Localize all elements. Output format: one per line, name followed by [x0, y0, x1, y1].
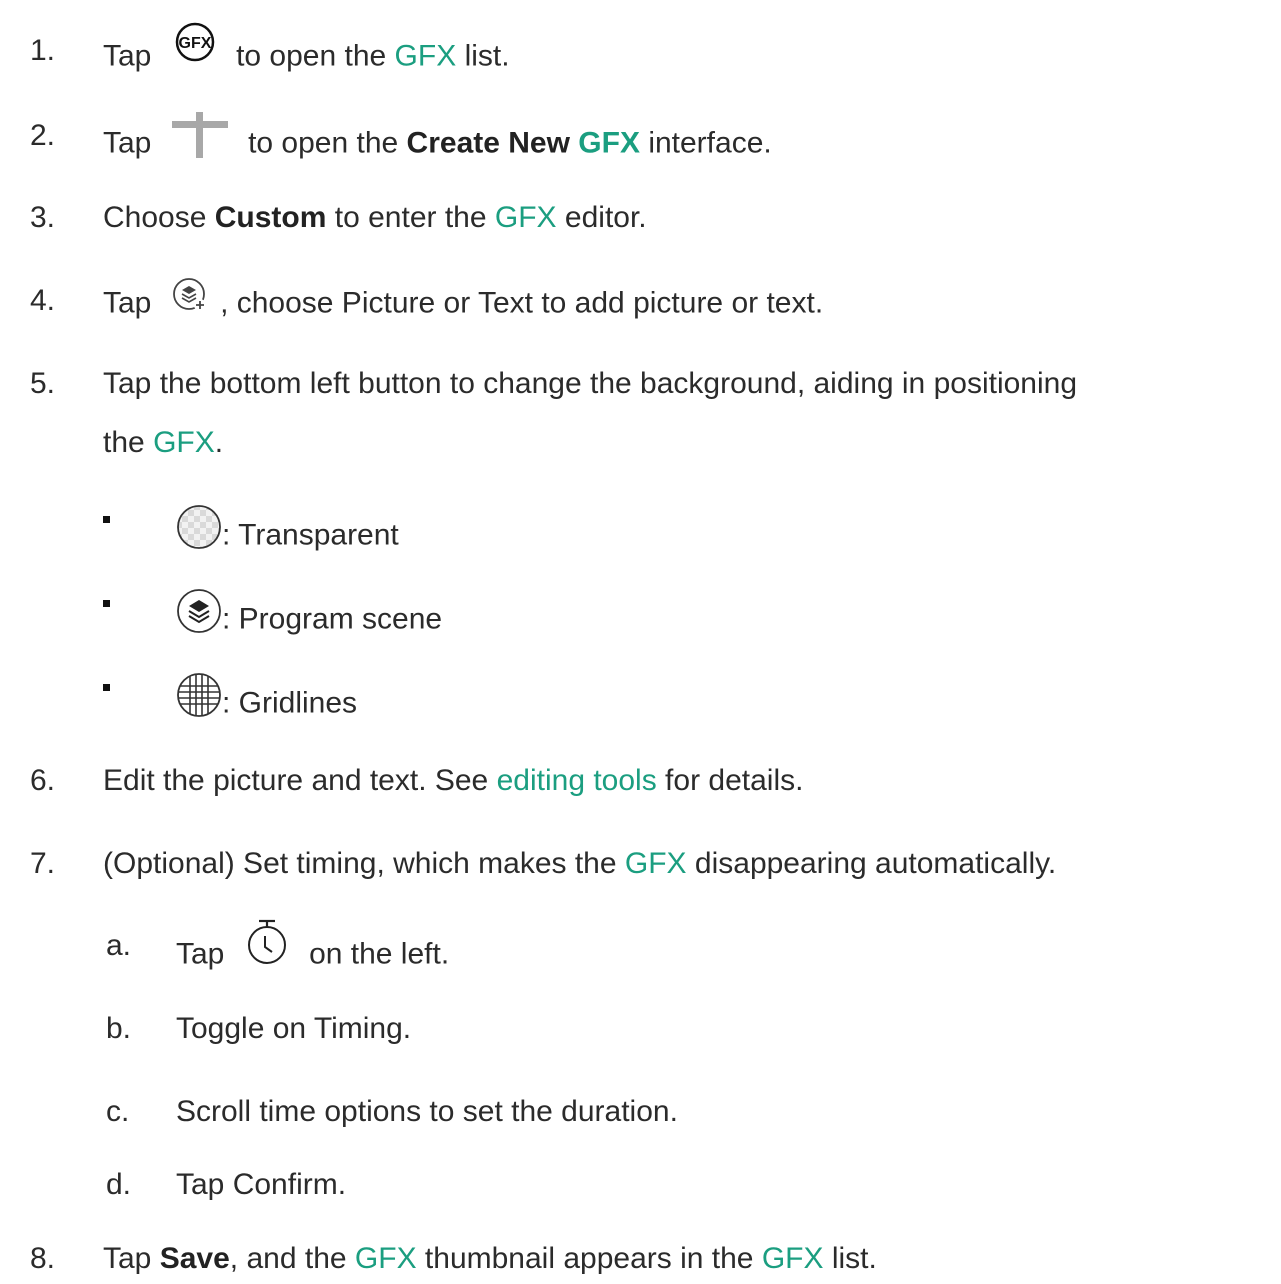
step-text: Tap: [176, 937, 225, 971]
step-text: list.: [464, 39, 510, 73]
gfx-label: GFX: [578, 126, 640, 160]
gfx-link[interactable]: GFX: [495, 201, 557, 234]
step-number: 1.: [30, 34, 56, 67]
substep-letter: a.: [106, 929, 132, 962]
bullet-item: : Transparent: [176, 505, 399, 565]
step-text: (Optional) Set timing, which makes the: [103, 847, 617, 880]
editing-tools-link[interactable]: editing tools: [497, 764, 657, 797]
step-text: the: [103, 426, 145, 459]
step-text: Tap: [103, 1242, 152, 1275]
step-text: Tap: [103, 39, 152, 73]
step-text: Tap: [103, 286, 152, 320]
bullet-text: : Program scene: [222, 602, 443, 636]
step-number: 8.: [30, 1242, 56, 1275]
step-text: Tap the bottom left button to change the…: [103, 367, 1078, 400]
step-text: to enter the: [334, 201, 487, 234]
step-text: Toggle on Timing.: [176, 1012, 412, 1045]
step-text: interface.: [648, 126, 772, 160]
step-number: 6.: [30, 764, 56, 797]
timer-icon: [245, 918, 289, 977]
step-number: 5.: [30, 367, 56, 400]
step-number: 4.: [30, 284, 56, 317]
step-text: disappearing automatically.: [694, 847, 1057, 880]
bullet-marker: [103, 600, 110, 607]
substep-letter: b.: [106, 1012, 132, 1045]
step-text: Choose: [103, 201, 207, 234]
step-text: Tap Confirm.: [176, 1168, 347, 1201]
bullet-marker: [103, 684, 110, 691]
transparent-icon: [176, 504, 222, 561]
step-5-continued: the GFX.: [103, 423, 223, 463]
program-scene-icon: [176, 588, 222, 645]
step-number: 7.: [30, 847, 56, 880]
step-text: editor.: [564, 201, 647, 234]
bullet-text: : Gridlines: [222, 686, 358, 720]
bullet-item: : Program scene: [176, 589, 443, 649]
step-text: to open the: [248, 126, 399, 160]
step-text: , and the: [229, 1242, 347, 1275]
step-text: Edit the picture and text. See: [103, 764, 489, 797]
save-label: Save: [159, 1242, 230, 1275]
bullet-text: : Transparent: [222, 518, 399, 552]
step-text: on the left.: [309, 937, 450, 971]
svg-text:GFX: GFX: [178, 35, 211, 52]
add-layer-icon: [172, 277, 208, 324]
step-text: , choose Picture or Text to add picture …: [220, 286, 824, 320]
step-text: Tap: [103, 126, 152, 160]
bullet-item: : Gridlines: [176, 673, 358, 733]
step-text: for details.: [665, 764, 804, 797]
gfx-link[interactable]: GFX: [355, 1242, 417, 1275]
step-text: list.: [831, 1242, 877, 1275]
bullet-marker: [103, 516, 110, 523]
gfx-link[interactable]: GFX: [395, 39, 457, 72]
gfx-link[interactable]: GFX: [153, 426, 215, 459]
gfx-icon: GFX: [172, 21, 218, 74]
plus-icon: [171, 112, 228, 169]
create-new-label: Create New: [406, 126, 570, 160]
step-number: 3.: [30, 201, 56, 234]
gfx-link[interactable]: GFX: [762, 1242, 824, 1275]
step-text: Scroll time options to set the duration.: [176, 1095, 678, 1128]
gridlines-icon: [176, 672, 222, 729]
step-number: 2.: [30, 119, 56, 152]
substep-letter: d.: [106, 1168, 132, 1201]
gfx-link[interactable]: GFX: [625, 847, 687, 880]
step-text: thumbnail appears in the: [424, 1242, 754, 1275]
custom-label: Custom: [214, 201, 327, 234]
substep-letter: c.: [106, 1095, 130, 1128]
step-text: .: [214, 426, 224, 459]
step-text: to open the: [236, 39, 387, 73]
